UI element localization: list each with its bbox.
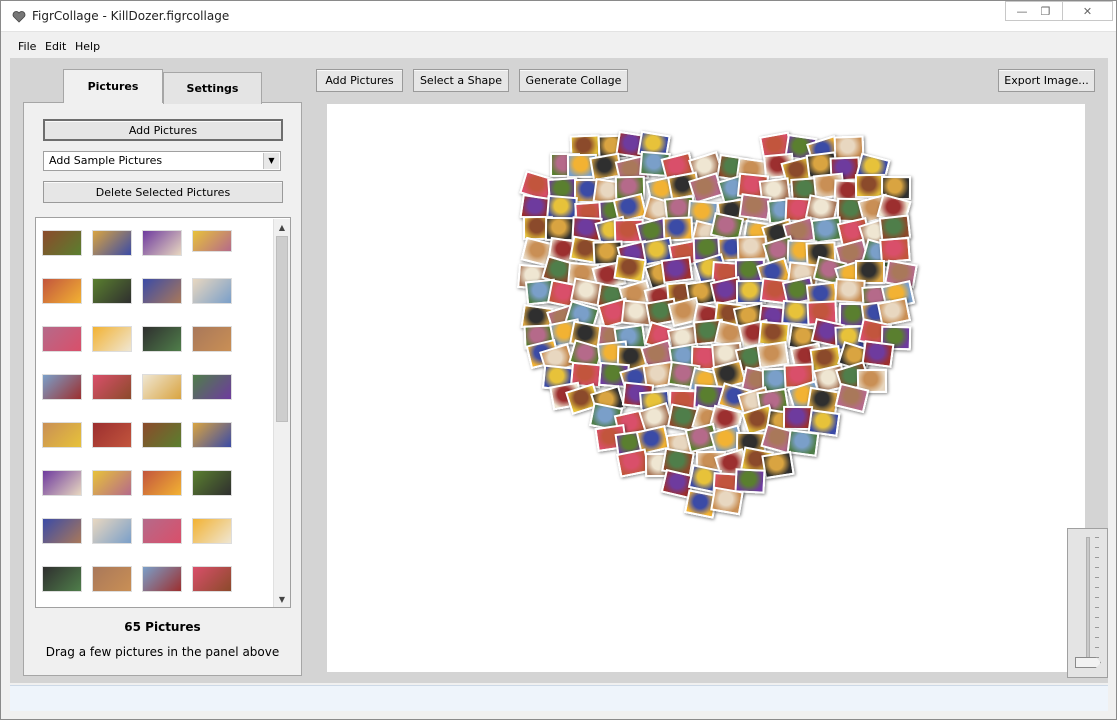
picture-thumbnail[interactable] [42,566,82,592]
picture-thumbnail[interactable] [42,470,82,496]
picture-thumbnail[interactable] [192,422,232,448]
picture-thumbnail[interactable] [92,470,132,496]
picture-thumbnail[interactable] [192,374,232,400]
picture-thumbnail[interactable] [42,230,82,256]
collage-photo[interactable] [734,468,766,494]
delete-selected-pictures-button[interactable]: Delete Selected Pictures [43,181,283,203]
picture-thumbnail[interactable] [142,278,182,304]
collage-photo[interactable] [660,256,694,285]
picture-thumbnail[interactable] [92,230,132,256]
picture-thumbnail[interactable] [142,566,182,592]
picture-thumbnail[interactable] [192,470,232,496]
scroll-down-icon[interactable]: ▼ [274,591,290,607]
tab-settings[interactable]: Settings [163,72,262,104]
picture-thumbnail[interactable] [92,374,132,400]
maximize-button[interactable]: ❐ [1029,1,1063,21]
app-window: FigrCollage - KillDozer.figrcollage — ❐ … [0,0,1117,720]
zoom-slider-handle[interactable] [1075,657,1101,668]
picture-thumbnail[interactable] [142,326,182,352]
generate-collage-button[interactable]: Generate Collage [519,69,628,92]
menu-bar: File Edit Help [10,34,1108,58]
close-button[interactable]: ✕ [1063,1,1113,21]
picture-thumbnail[interactable] [192,566,232,592]
picture-count: 65 Pictures [124,620,201,634]
picture-thumbnail[interactable] [142,374,182,400]
zoom-slider[interactable] [1067,528,1108,678]
title-bar[interactable]: FigrCollage - KillDozer.figrcollage — ❐ … [1,1,1116,32]
picture-thumbnail[interactable] [142,422,182,448]
collage-photo[interactable] [710,486,744,515]
zoom-slider-ticks [1095,537,1099,665]
picture-thumbnail[interactable] [92,518,132,544]
heart-icon [12,11,26,23]
scrollbar-thumb[interactable] [276,236,288,422]
picture-thumbnail[interactable] [42,278,82,304]
picture-thumbnail[interactable] [92,278,132,304]
picture-thumbnail[interactable] [92,422,132,448]
toolbar-add-pictures-button[interactable]: Add Pictures [316,69,403,92]
picture-thumbnail[interactable] [42,326,82,352]
picture-thumbnail[interactable] [142,470,182,496]
collage-canvas[interactable] [327,104,1085,672]
picture-thumbnail[interactable] [192,518,232,544]
export-image-button[interactable]: Export Image... [998,69,1095,92]
window-title: FigrCollage - KillDozer.figrcollage [32,9,230,23]
status-bar [10,685,1108,711]
picture-thumbnails-list[interactable] [35,217,291,608]
menu-file[interactable]: File [18,40,36,53]
sample-pictures-select[interactable]: Add Sample Pictures ▼ [43,151,281,171]
picture-thumbnail[interactable] [42,374,82,400]
picture-thumbnail[interactable] [142,518,182,544]
chevron-down-icon[interactable]: ▼ [263,153,279,169]
tab-pictures[interactable]: Pictures [63,69,163,103]
picture-thumbnail[interactable] [192,278,232,304]
picture-thumbnail[interactable] [92,326,132,352]
picture-thumbnail[interactable] [42,518,82,544]
thumbnails-scrollbar[interactable]: ▲ ▼ [273,219,290,607]
picture-thumbnail[interactable] [92,566,132,592]
picture-thumbnail[interactable] [192,326,232,352]
drag-hint: Drag a few pictures in the panel above [45,645,280,659]
scroll-up-icon[interactable]: ▲ [274,219,290,235]
collage-photo[interactable] [613,254,648,284]
select-shape-button[interactable]: Select a Shape [413,69,509,92]
picture-thumbnail[interactable] [142,230,182,256]
menu-help[interactable]: Help [75,40,100,53]
add-pictures-button[interactable]: Add Pictures [43,119,283,141]
zoom-slider-track[interactable] [1086,537,1090,665]
picture-thumbnail[interactable] [42,422,82,448]
sample-pictures-select-value: Add Sample Pictures [49,154,163,167]
collage-photo[interactable] [861,340,895,368]
picture-thumbnail[interactable] [192,230,232,252]
menu-edit[interactable]: Edit [45,40,66,53]
collage-photo[interactable] [738,193,772,221]
collage-photo[interactable] [761,450,796,480]
